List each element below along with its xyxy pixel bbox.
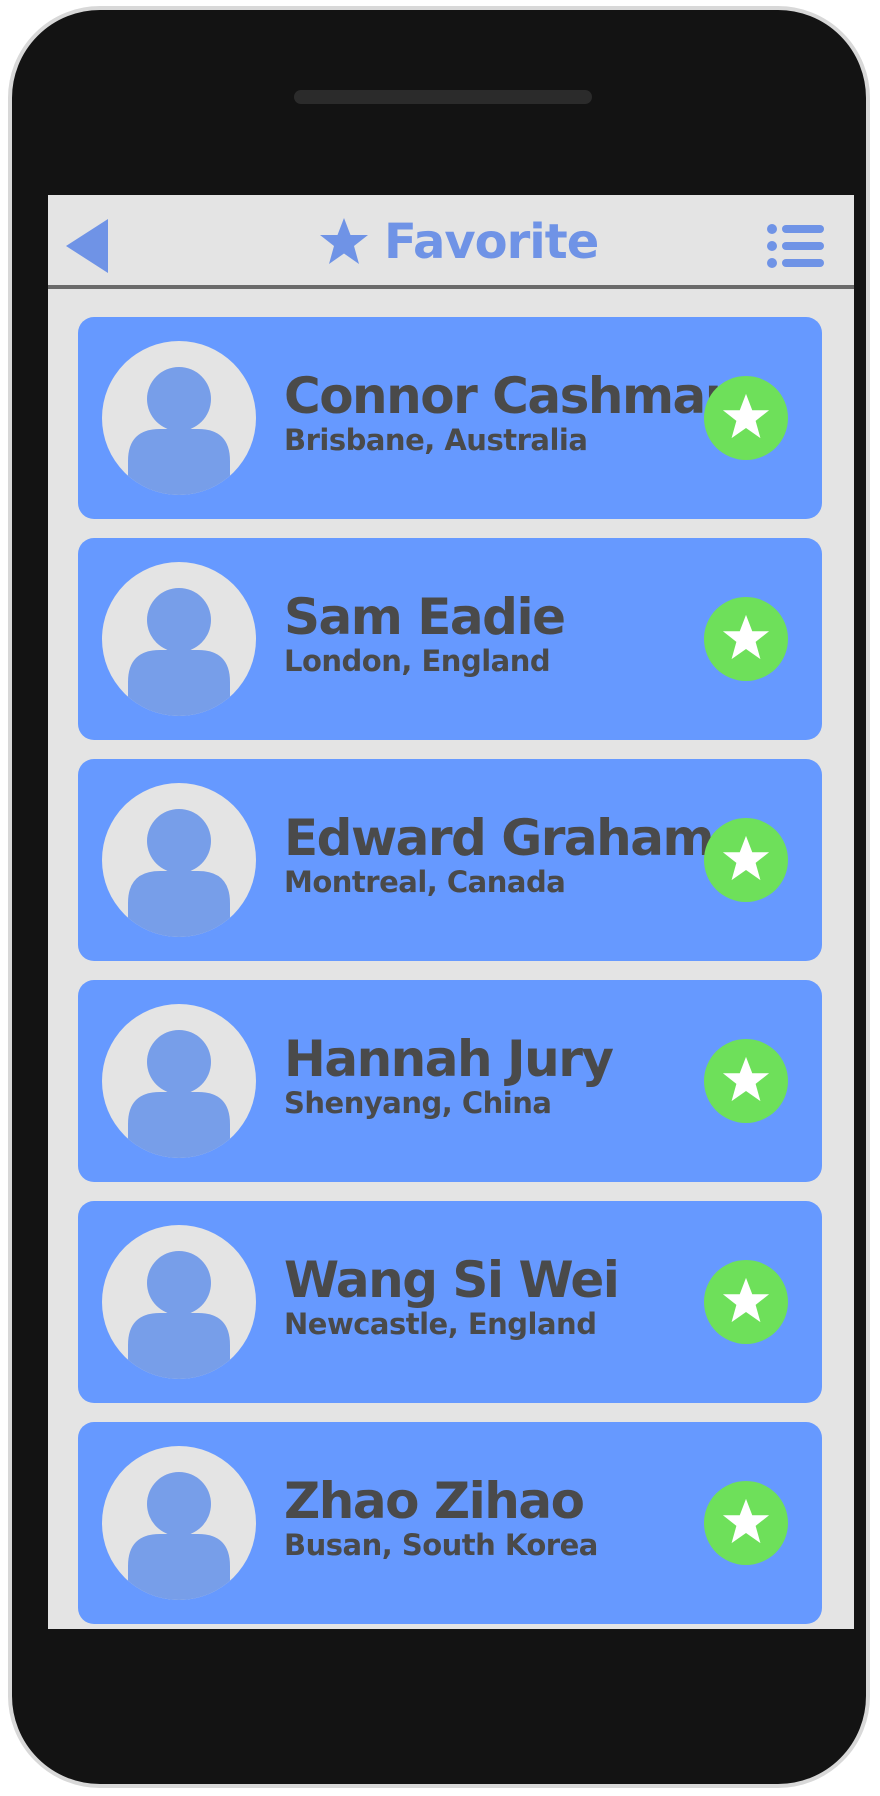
phone-speaker [294,90,592,104]
favorite-toggle-button[interactable] [704,1039,788,1123]
contact-card[interactable]: Wang Si Wei Newcastle, England [78,1201,822,1403]
contact-name: Zhao Zihao [284,1472,585,1530]
contact-name: Sam Eadie [284,588,566,646]
contact-location: Busan, South Korea [284,1528,598,1562]
header-bar: Favorite [48,195,854,289]
person-icon [128,367,230,495]
avatar [102,1004,256,1158]
contact-card[interactable]: Sam Eadie London, England [78,538,822,740]
contact-location: Montreal, Canada [284,865,566,899]
phone-frame: Favorite Connor Cashman Brisbane, Austra… [8,6,870,1788]
app-screen: Favorite Connor Cashman Brisbane, Austra… [48,195,854,1629]
person-icon [128,809,230,937]
star-icon [320,218,368,264]
contact-name: Hannah Jury [284,1030,614,1088]
star-icon [722,393,770,439]
contact-location: London, England [284,644,551,678]
star-icon [722,1277,770,1323]
person-icon [128,588,230,716]
contact-card[interactable]: Connor Cashman Brisbane, Australia [78,317,822,519]
favorite-toggle-button[interactable] [704,1260,788,1344]
page-title: Favorite [384,214,599,270]
avatar [102,1225,256,1379]
contact-name: Connor Cashman [284,367,740,425]
favorites-list: Connor Cashman Brisbane, Australia Sam E… [78,317,822,1629]
contact-location: Shenyang, China [284,1086,552,1120]
favorite-toggle-button[interactable] [704,1481,788,1565]
contact-location: Brisbane, Australia [284,423,588,457]
person-icon [128,1030,230,1158]
person-icon [128,1251,230,1379]
contact-card[interactable]: Hannah Jury Shenyang, China [78,980,822,1182]
avatar [102,341,256,495]
favorite-toggle-button[interactable] [704,597,788,681]
contact-location: Newcastle, England [284,1307,597,1341]
back-arrow-icon[interactable] [64,217,110,275]
contact-name: Wang Si Wei [284,1251,620,1309]
avatar [102,562,256,716]
avatar [102,1446,256,1600]
contact-card[interactable]: Zhao Zihao Busan, South Korea [78,1422,822,1624]
favorite-toggle-button[interactable] [704,376,788,460]
star-icon [722,614,770,660]
star-icon [722,835,770,881]
person-icon [128,1472,230,1600]
star-icon [722,1056,770,1102]
list-menu-icon[interactable] [766,223,826,269]
avatar [102,783,256,937]
favorite-toggle-button[interactable] [704,818,788,902]
contact-card[interactable]: Edward Graham Montreal, Canada [78,759,822,961]
page-title-group: Favorite [318,213,599,271]
star-icon [722,1498,770,1544]
contact-name: Edward Graham [284,809,715,867]
